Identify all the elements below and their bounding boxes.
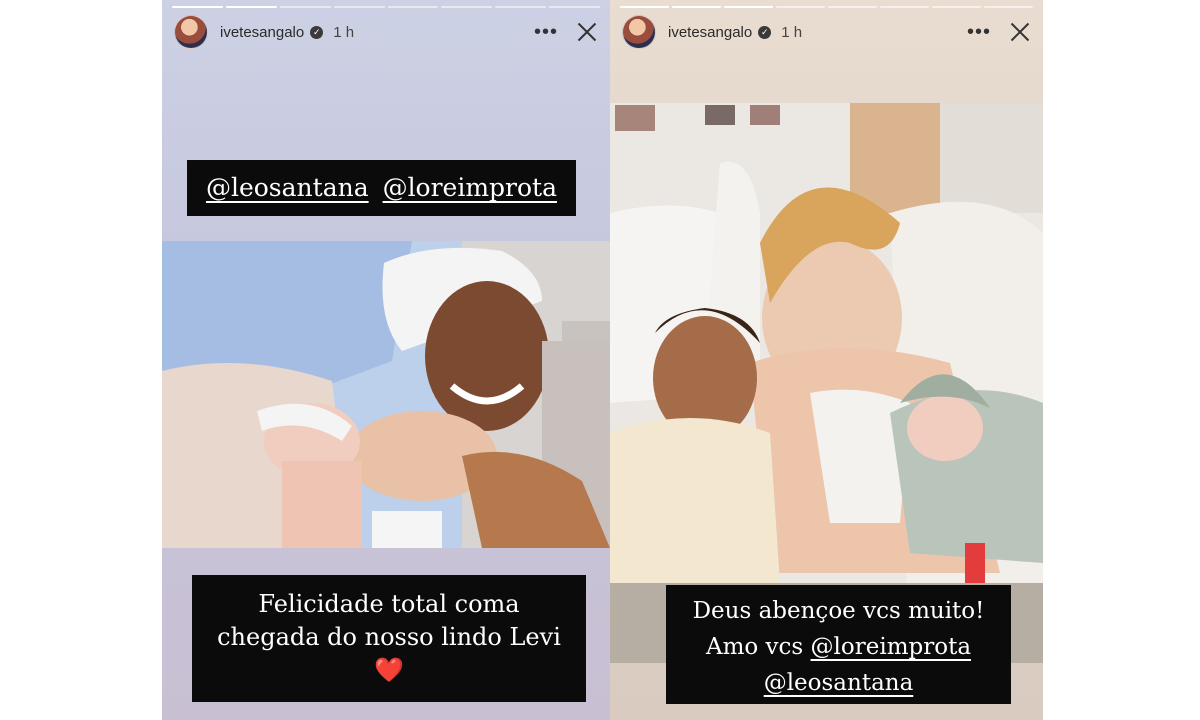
progress-segment (279, 6, 331, 8)
caption-line: Deus abençoe vcs muito! (692, 598, 985, 624)
story-caption: Felicidade total coma chegada do nosso l… (192, 575, 586, 702)
story-progress-bar (172, 6, 600, 8)
progress-segment (495, 6, 547, 8)
mention-leosantana[interactable]: @leosantana (206, 173, 369, 202)
progress-segment (776, 6, 825, 8)
story-photo (610, 103, 1043, 663)
progress-segment (880, 6, 929, 8)
caption-text: Amo vcs (705, 634, 804, 660)
caption-line: Felicidade total coma (258, 590, 520, 618)
close-icon[interactable] (576, 21, 598, 43)
avatar[interactable] (622, 15, 656, 49)
mention-tags: @leosantana @loreimprota (187, 160, 576, 216)
caption-line: Amo vcs @loreimprota (666, 629, 1011, 665)
caption-line: @leosantana (666, 665, 1011, 701)
username[interactable]: ivetesangalo (668, 24, 752, 41)
heart-emoji: ❤️ (374, 656, 404, 684)
progress-segment (724, 6, 773, 8)
mention-loreimprota[interactable]: @loreimprota (811, 634, 972, 660)
progress-segment (932, 6, 981, 8)
progress-segment (828, 6, 877, 8)
caption-line: chegada do nosso lindo Levi (217, 623, 561, 651)
progress-segment (172, 6, 223, 8)
story-caption: Deus abençoe vcs muito! Amo vcs @loreimp… (666, 585, 1011, 704)
story-photo (162, 241, 610, 548)
progress-segment (984, 6, 1033, 8)
progress-segment (672, 6, 721, 8)
verified-badge-icon: ✓ (310, 25, 324, 39)
post-time: 1 h (781, 23, 803, 41)
story-right: ivetesangalo ✓ 1 h ••• Deus abençoe vcs … (610, 0, 1043, 720)
progress-segment (549, 6, 600, 8)
avatar[interactable] (174, 15, 208, 49)
more-options-icon[interactable]: ••• (967, 21, 991, 44)
progress-segment (225, 6, 277, 8)
close-icon[interactable] (1009, 21, 1031, 43)
story-header: ivetesangalo ✓ 1 h ••• (174, 15, 598, 49)
verified-badge-icon: ✓ (758, 25, 772, 39)
progress-segment (620, 6, 669, 8)
story-progress-bar (620, 6, 1033, 8)
username[interactable]: ivetesangalo (220, 24, 304, 41)
progress-segment (333, 6, 385, 8)
mention-loreimprota[interactable]: @loreimprota (383, 173, 557, 202)
more-options-icon[interactable]: ••• (534, 21, 558, 44)
progress-segment (441, 6, 493, 8)
progress-segment (387, 6, 439, 8)
post-time: 1 h (333, 23, 355, 41)
mention-leosantana[interactable]: @leosantana (764, 670, 914, 696)
photo-illustration (610, 103, 1043, 663)
photo-illustration (162, 241, 610, 548)
story-header: ivetesangalo ✓ 1 h ••• (622, 15, 1031, 49)
story-left: ivetesangalo ✓ 1 h ••• @leosantana @lore… (162, 0, 610, 720)
